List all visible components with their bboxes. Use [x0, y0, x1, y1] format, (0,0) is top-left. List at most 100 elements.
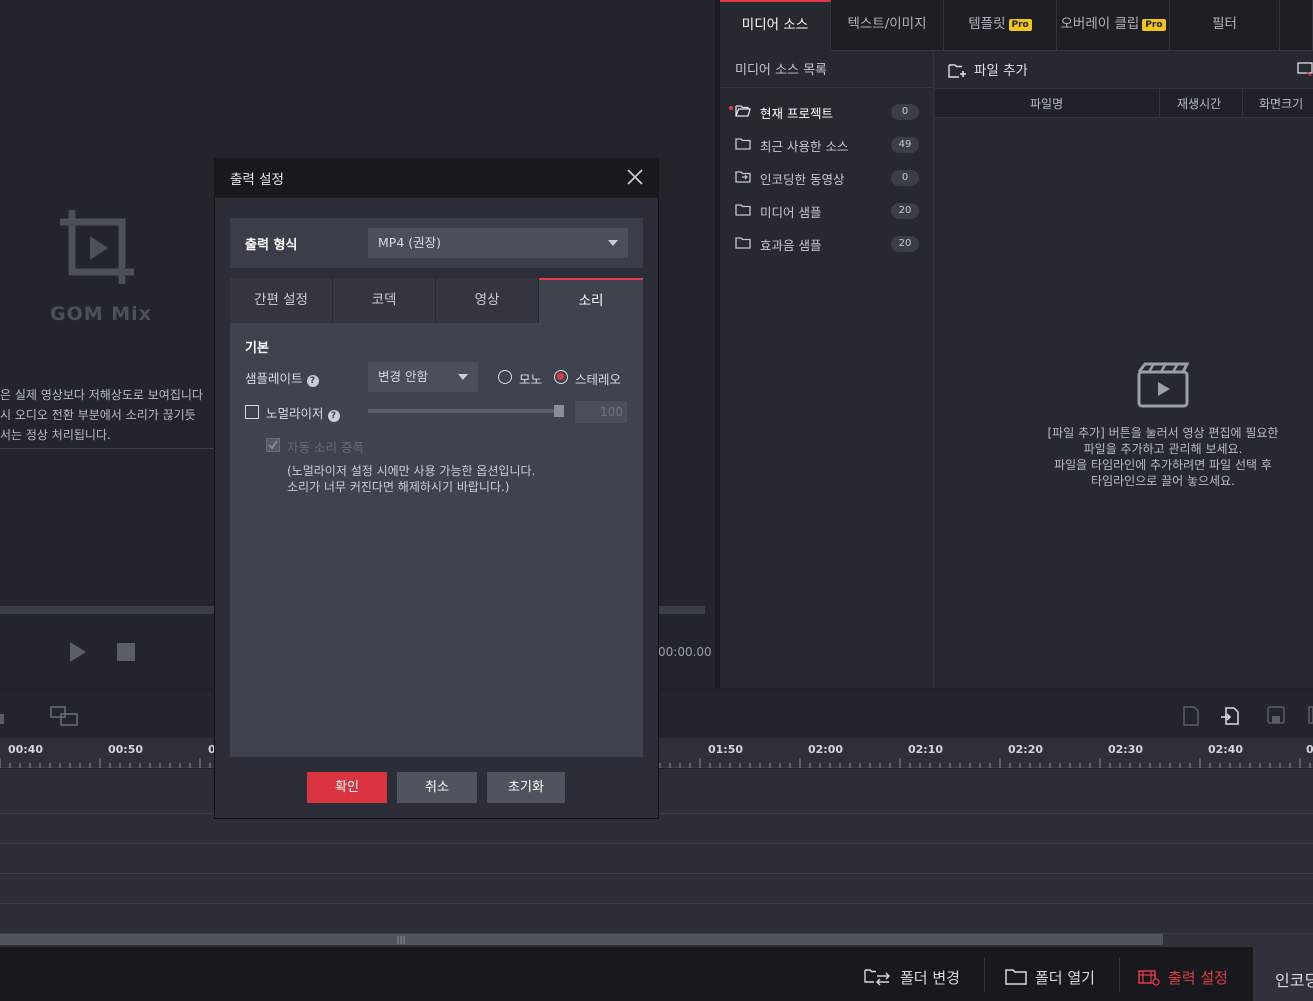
- source-item-encoded[interactable]: 인코딩한 동영상 0: [720, 161, 934, 194]
- samplerate-value: 변경 안함: [378, 369, 428, 384]
- tab-template[interactable]: 템플릿 Pro: [944, 0, 1057, 51]
- source-item-current-project[interactable]: 현재 프로젝트 0: [720, 95, 934, 128]
- normalizer-label[interactable]: 노멀라이저?: [266, 403, 340, 422]
- mono-radio[interactable]: [498, 370, 512, 384]
- play-icon[interactable]: [68, 641, 88, 663]
- source-item-label: 인코딩한 동영상: [760, 172, 845, 187]
- mono-label[interactable]: 모노: [519, 369, 542, 388]
- save-icon[interactable]: [1267, 706, 1285, 724]
- tool-icon[interactable]: [0, 710, 6, 726]
- notice-line: 서는 정상 처리됩니다.: [0, 428, 111, 442]
- dialog-title: 출력 설정: [230, 172, 284, 188]
- tab-label: 코덱: [371, 292, 397, 308]
- divider: [984, 958, 985, 992]
- empty-list-message: [파일 추가] 버튼을 눌러서 영상 편집에 필요한 파일을 추가하고 관리해 …: [1025, 425, 1301, 489]
- cancel-button[interactable]: 취소: [397, 772, 477, 803]
- normalizer-checkbox[interactable]: [245, 405, 259, 419]
- tab-label: 템플릿: [968, 16, 1006, 32]
- tab-audio[interactable]: 소리: [539, 278, 643, 323]
- save-as-icon[interactable]: [1308, 706, 1313, 724]
- encode-label: 인코딩: [1275, 971, 1313, 990]
- pro-badge: Pro: [1142, 19, 1166, 31]
- open-project-icon[interactable]: [1220, 706, 1242, 726]
- output-settings-button[interactable]: 출력 설정: [1138, 967, 1228, 988]
- normalizer-slider[interactable]: [368, 409, 564, 413]
- column-divider[interactable]: [1242, 89, 1243, 118]
- chevron-down-icon: [608, 240, 618, 246]
- hint-line: (노멀라이저 설정 시에만 사용 가능한 옵션입니다.: [287, 464, 536, 478]
- message-line: 파일을 추가하고 관리해 보세요.: [1083, 442, 1243, 456]
- help-icon[interactable]: ?: [306, 375, 319, 387]
- stereo-label[interactable]: 스테레오: [575, 369, 621, 388]
- folder-export-icon: [735, 171, 751, 183]
- format-value: MP4 (권장): [378, 235, 442, 250]
- tab-more[interactable]: 영: [1280, 0, 1313, 51]
- divider: [720, 87, 934, 88]
- column-header[interactable]: 파일명: [1030, 95, 1063, 112]
- list-title: 미디어 소스 목록: [735, 63, 827, 78]
- new-document-icon[interactable]: [1182, 706, 1200, 726]
- folder-open-icon: [735, 105, 751, 117]
- folder-icon: [735, 204, 751, 216]
- format-select[interactable]: MP4 (권장): [368, 228, 628, 258]
- samplerate-select[interactable]: 변경 안함: [368, 362, 478, 392]
- ok-button[interactable]: 확인: [307, 772, 387, 803]
- timeline-track[interactable]: [0, 844, 1313, 874]
- tab-media-source[interactable]: 미디어 소스: [720, 0, 831, 51]
- ruler-label: 0: [1306, 743, 1313, 756]
- help-icon[interactable]: ?: [327, 410, 340, 422]
- folder-change-label: 폴더 변경: [900, 969, 960, 987]
- column-divider[interactable]: [1159, 89, 1160, 118]
- stereo-radio[interactable]: [554, 370, 568, 384]
- ruler-label: 02:10: [908, 743, 944, 756]
- message-line: 파일을 타임라인에 추가하려면 파일 선택 후: [1054, 458, 1272, 472]
- normalizer-text: 노멀라이저: [266, 406, 324, 421]
- source-item-media-samples[interactable]: 미디어 샘플 20: [720, 194, 934, 227]
- ruler-label: 00:40: [8, 743, 44, 756]
- normalizer-hint: (노멀라이저 설정 시에만 사용 가능한 옵션입니다. 소리가 너무 커진다면 …: [287, 463, 535, 495]
- count-badge: 20: [891, 236, 919, 252]
- count-badge: 0: [891, 170, 919, 186]
- reset-button[interactable]: 초기화: [487, 772, 565, 803]
- source-item-label: 최근 사용한 소스: [760, 139, 849, 154]
- file-add-button[interactable]: 파일 추가: [948, 59, 1028, 79]
- tab-label: 영상: [474, 292, 500, 308]
- folder-icon: [1005, 969, 1027, 985]
- message-line: [파일 추가] 버튼을 눌러서 영상 편집에 필요한: [1047, 426, 1279, 440]
- normalizer-value-input[interactable]: 100: [575, 401, 627, 423]
- samplerate-text: 샘플레이트: [245, 371, 303, 386]
- tab-video[interactable]: 영상: [436, 278, 539, 323]
- scrollbar-thumb[interactable]: [0, 934, 1163, 945]
- add-file-icon: [948, 64, 966, 78]
- source-item-label: 미디어 샘플: [760, 205, 822, 220]
- tab-label: 필터: [1212, 16, 1237, 32]
- source-item-recent[interactable]: 최근 사용한 소스 49: [720, 128, 934, 161]
- tab-overlay-clip[interactable]: 오버레이 클립 Pro: [1057, 0, 1170, 51]
- timeline-track[interactable]: [0, 904, 1313, 934]
- slider-handle[interactable]: [554, 405, 564, 417]
- hint-line: 소리가 너무 커진다면 해제하시기 바랍니다.): [287, 480, 510, 494]
- count-badge: 0: [891, 104, 919, 120]
- source-item-sfx-samples[interactable]: 효과음 샘플 20: [720, 227, 934, 260]
- close-icon[interactable]: [626, 168, 644, 186]
- tab-label: 텍스트/이미지: [847, 16, 927, 32]
- auto-amplify-checkbox[interactable]: [266, 438, 280, 452]
- column-header[interactable]: 화면크기: [1259, 95, 1303, 112]
- column-header[interactable]: 재생시간: [1177, 95, 1221, 112]
- folder-open-button[interactable]: 폴더 열기: [1005, 967, 1095, 988]
- ruler-label: 00:50: [108, 743, 144, 756]
- screen-swap-icon[interactable]: [50, 706, 78, 726]
- tab-text-image[interactable]: 텍스트/이미지: [831, 0, 944, 51]
- folder-change-button[interactable]: 폴더 변경: [864, 967, 960, 988]
- count-badge: 49: [891, 137, 919, 153]
- tab-filter[interactable]: 필터: [1170, 0, 1280, 51]
- tab-codec[interactable]: 코덱: [333, 278, 436, 323]
- tab-label: 소리: [578, 293, 604, 309]
- ruler-label: 02:40: [1208, 743, 1244, 756]
- clip-icon[interactable]: [1297, 60, 1313, 76]
- timeline-track[interactable]: [0, 874, 1313, 904]
- tab-simple-settings[interactable]: 간편 설정: [230, 278, 333, 323]
- folder-change-icon: [864, 969, 890, 986]
- stop-icon[interactable]: [117, 643, 135, 661]
- count-badge: 20: [891, 203, 919, 219]
